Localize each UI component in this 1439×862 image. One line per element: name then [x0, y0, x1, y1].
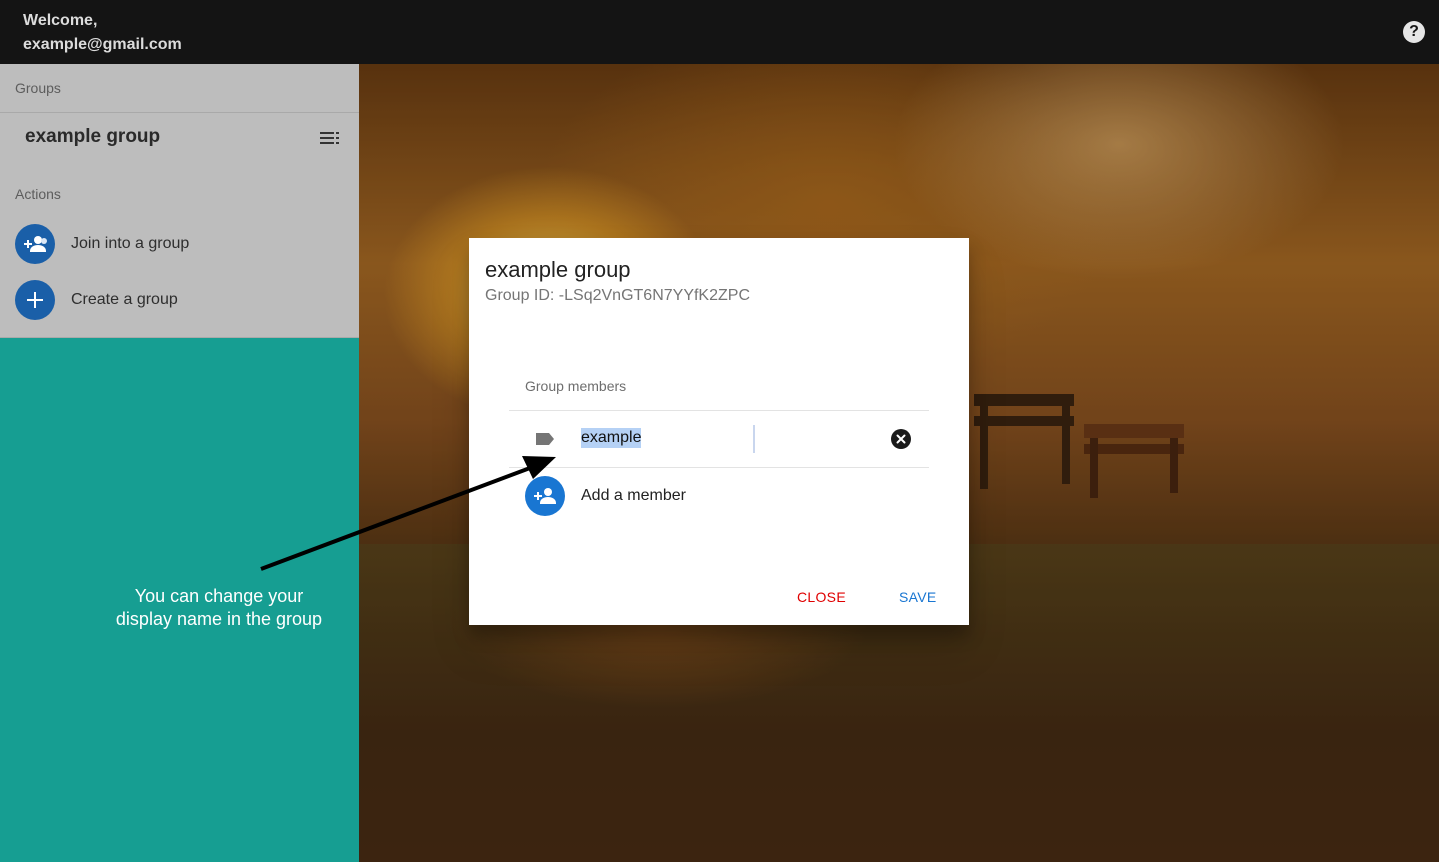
- label-icon: [536, 433, 554, 445]
- group-members-subheader: Group members: [525, 378, 627, 394]
- group-list-item[interactable]: example group: [0, 113, 359, 161]
- user-email: example@gmail.com: [23, 36, 182, 53]
- group-name: example group: [25, 126, 161, 147]
- create-group-action[interactable]: Create a group: [0, 274, 359, 326]
- display-name-input[interactable]: [581, 425, 755, 453]
- person-add-icon: [525, 476, 565, 516]
- playlist-menu-icon[interactable]: [320, 130, 340, 146]
- create-group-label: Create a group: [71, 291, 178, 308]
- welcome-greeting: Welcome,: [23, 12, 98, 29]
- join-group-action[interactable]: Join into a group: [0, 218, 359, 270]
- annotation-line-2: display name in the group: [115, 609, 323, 629]
- tutorial-annotation-text: You can change your display name in the …: [80, 585, 358, 631]
- add-member-label: Add a member: [581, 487, 686, 504]
- group-id-text: Group ID: -LSq2VnGT6N7YYfK2ZPC: [485, 287, 750, 304]
- annotation-line-1: You can change your: [134, 586, 304, 606]
- actions-subheader: Actions: [15, 186, 61, 202]
- cancel-circle-icon[interactable]: [891, 429, 911, 449]
- add-member-item[interactable]: Add a member: [509, 468, 929, 524]
- member-list-item: example: [509, 411, 929, 467]
- sidebar: Groups example group Actions Join into a…: [0, 64, 359, 338]
- group-add-icon: [15, 224, 55, 264]
- app-root: Welcome, example@gmail.com ? Groups exam…: [0, 0, 1439, 862]
- groups-subheader: Groups: [15, 80, 61, 96]
- welcome-text: Welcome, example@gmail.com: [23, 9, 182, 57]
- save-button[interactable]: SAVE: [893, 585, 943, 609]
- join-group-label: Join into a group: [71, 235, 190, 252]
- top-app-bar: Welcome, example@gmail.com ?: [0, 0, 1439, 64]
- close-button[interactable]: CLOSE: [791, 585, 852, 609]
- help-circle-icon[interactable]: ?: [1403, 21, 1425, 43]
- group-dialog: example group Group ID: -LSq2VnGT6N7YYfK…: [469, 238, 969, 625]
- dialog-title: example group: [485, 257, 631, 282]
- plus-icon: [15, 280, 55, 320]
